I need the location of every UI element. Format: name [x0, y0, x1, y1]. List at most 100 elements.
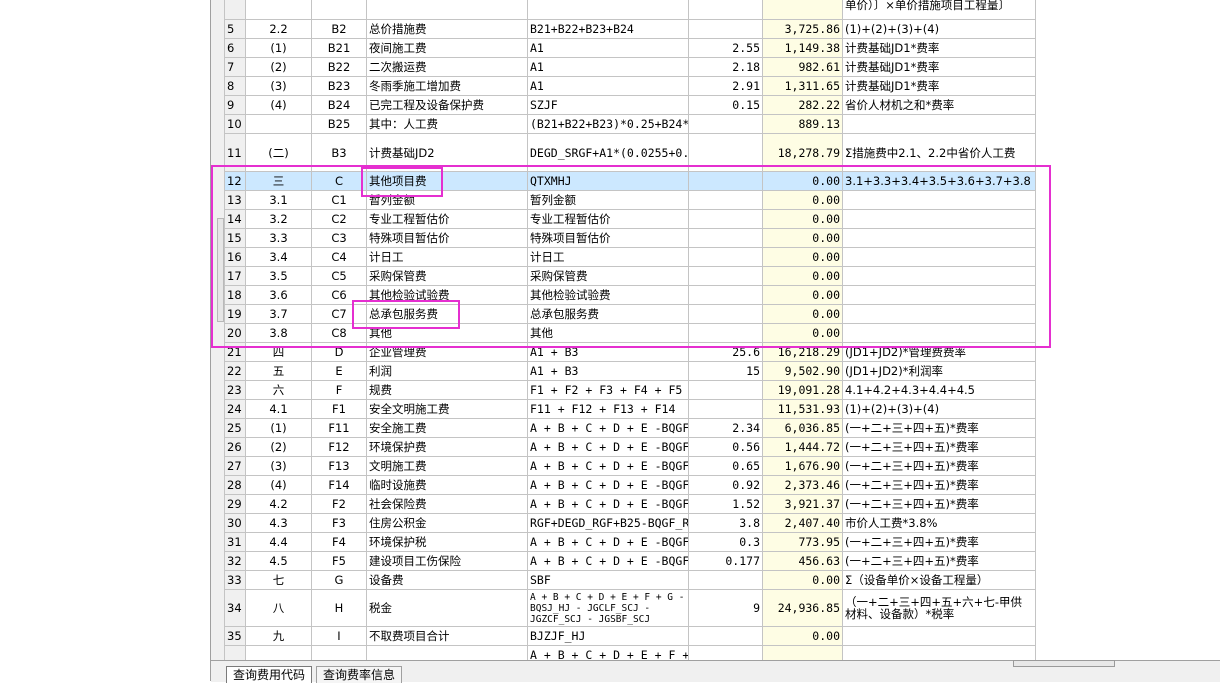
sequence-cell[interactable] [245, 114, 312, 134]
table-row[interactable]: 25(1)F11安全施工费A + B + C + D + E -BQGF_HJ2… [224, 418, 1036, 438]
calc-base-cell[interactable]: QTXMHJ [527, 171, 689, 191]
rate-cell[interactable] [688, 19, 763, 39]
calc-base-cell[interactable]: 其他检验试验费 [527, 285, 689, 305]
fee-code-cell[interactable]: F14 [311, 475, 367, 495]
table-row[interactable]: 27(3)F13文明施工费A + B + C + D + E -BQGF_HJ0… [224, 456, 1036, 476]
rate-cell[interactable]: 0.3 [688, 532, 763, 552]
sequence-cell[interactable]: 三 [245, 171, 312, 191]
row-number-cell[interactable]: 34 [224, 589, 246, 627]
fee-code-cell[interactable]: C7 [311, 304, 367, 324]
table-row[interactable]: 19 3.7 C7 总承包服务费 总承包服务费 0.00 [224, 304, 1036, 324]
calc-base-cell[interactable]: F1 + F2 + F3 + F4 + F5 [527, 380, 689, 400]
rate-cell[interactable] [688, 626, 763, 646]
amount-cell[interactable]: 24,936.85 [762, 589, 843, 627]
description-cell[interactable]: (一+二+三+四+五)*费率 [842, 456, 1036, 476]
description-cell[interactable]: Σ措施费中2.1、2.2中省价人工费 [842, 133, 1036, 172]
description-cell[interactable] [842, 626, 1036, 646]
amount-cell[interactable] [762, 0, 843, 20]
fee-name-cell[interactable] [366, 0, 528, 20]
calc-base-cell[interactable]: BJZJF_HJ [527, 626, 689, 646]
fee-code-cell[interactable]: C [311, 171, 367, 191]
fee-code-cell[interactable]: C8 [311, 323, 367, 343]
description-cell[interactable]: 计费基础JD1*费率 [842, 57, 1036, 77]
rate-cell[interactable]: 0.92 [688, 475, 763, 495]
table-row[interactable]: 22 五 E 利润 A1 + B3 15 9,502.90 (JD1+JD2)*利润率 [224, 361, 1036, 381]
amount-cell[interactable]: 282.22 [762, 95, 843, 115]
rate-cell[interactable]: 2.55 [688, 38, 763, 58]
fee-code-cell[interactable]: F11 [311, 418, 367, 438]
fee-name-cell[interactable]: 计日工 [366, 247, 528, 267]
table-row[interactable]: A + B + C + D + E + F + G [224, 645, 1036, 660]
description-cell[interactable]: (一+二+三+四+五)*费率 [842, 532, 1036, 552]
fee-name-cell[interactable]: 计费基础JD2 [366, 133, 528, 172]
description-cell[interactable] [842, 323, 1036, 343]
description-cell[interactable]: (1)+(2)+(3)+(4) [842, 19, 1036, 39]
sequence-cell[interactable]: (3) [245, 456, 312, 476]
fee-code-cell[interactable]: E [311, 361, 367, 381]
rate-cell[interactable]: 15 [688, 361, 763, 381]
rate-cell[interactable]: 0.65 [688, 456, 763, 476]
description-cell[interactable]: (JD1+JD2)*利润率 [842, 361, 1036, 381]
sequence-cell[interactable]: (1) [245, 418, 312, 438]
calc-base-cell[interactable]: A1 [527, 76, 689, 96]
table-row[interactable]: 35 九 I 不取费项目合计 BJZJF_HJ 0.00 [224, 626, 1036, 646]
row-number-cell[interactable]: 13 [224, 190, 246, 210]
sequence-cell[interactable]: (2) [245, 57, 312, 77]
table-row[interactable]: 324.5F5建设项目工伤保险A + B + C + D + E -BQGF_H… [224, 551, 1036, 571]
calc-base-cell[interactable]: A + B + C + D + E -BQGF_HJ [527, 437, 689, 457]
row-number-cell[interactable]: 22 [224, 361, 246, 381]
sequence-cell[interactable]: 4.3 [245, 513, 312, 533]
rate-cell[interactable]: 9 [688, 589, 763, 627]
row-number-cell[interactable]: 19 [224, 304, 246, 324]
calc-base-cell[interactable]: 采购保管费 [527, 266, 689, 286]
rate-cell[interactable] [688, 570, 763, 590]
fee-code-cell[interactable]: F3 [311, 513, 367, 533]
fee-name-cell[interactable]: 其他项目费 [366, 171, 528, 191]
amount-cell[interactable]: 889.13 [762, 114, 843, 134]
amount-cell[interactable] [762, 645, 843, 660]
description-cell[interactable] [842, 266, 1036, 286]
row-number-cell[interactable]: 12 [224, 171, 246, 191]
calc-base-cell[interactable]: 总承包服务费 [527, 304, 689, 324]
table-row[interactable]: 8 (3) B23 冬雨季施工增加费 A1 2.91 1,311.65 计费基础JD1*费率 [224, 76, 1036, 96]
calc-base-cell[interactable]: 计日工 [527, 247, 689, 267]
description-cell[interactable]: (一+二+三+四+五)*费率 [842, 551, 1036, 571]
description-cell[interactable]: 市价人工费*3.8% [842, 513, 1036, 533]
rate-cell[interactable]: 3.8 [688, 513, 763, 533]
sequence-cell[interactable]: (1) [245, 38, 312, 58]
description-cell[interactable]: 单价）〕×单价措施项目工程量〕 [842, 0, 1036, 20]
rate-cell[interactable]: 2.91 [688, 76, 763, 96]
fee-code-cell[interactable]: F4 [311, 532, 367, 552]
calc-base-cell[interactable]: A1 + B3 [527, 342, 689, 362]
rate-cell[interactable] [688, 285, 763, 305]
calc-base-cell[interactable]: SZJF [527, 95, 689, 115]
description-cell[interactable] [842, 190, 1036, 210]
table-row[interactable]: 34 八 H 税金 A + B + C + D + E + F + G - BQSJ_H… [224, 589, 1036, 627]
fee-name-cell[interactable]: 夜间施工费 [366, 38, 528, 58]
description-cell[interactable] [842, 209, 1036, 229]
fee-name-cell[interactable]: 二次搬运费 [366, 57, 528, 77]
amount-cell[interactable]: 3,725.86 [762, 19, 843, 39]
rate-cell[interactable] [688, 304, 763, 324]
table-row[interactable]: 11(二)B3计费基础JD2DEGD_SRGF+A1*(0.0255+0.021… [224, 133, 1036, 172]
rate-cell[interactable]: 0.177 [688, 551, 763, 571]
fee-name-cell[interactable]: 设备费 [366, 570, 528, 590]
sequence-cell[interactable]: 3.5 [245, 266, 312, 286]
amount-cell[interactable]: 19,091.28 [762, 380, 843, 400]
fee-code-cell[interactable]: F2 [311, 494, 367, 514]
calc-base-cell[interactable]: 特殊项目暂估价 [527, 228, 689, 248]
row-number-cell[interactable]: 6 [224, 38, 246, 58]
rate-cell[interactable]: 25.6 [688, 342, 763, 362]
sequence-cell[interactable] [245, 645, 312, 660]
fee-name-cell[interactable]: 环境保护税 [366, 532, 528, 552]
sequence-cell[interactable]: 4.4 [245, 532, 312, 552]
amount-cell[interactable]: 0.00 [762, 190, 843, 210]
row-number-cell[interactable]: 5 [224, 19, 246, 39]
fee-name-cell[interactable]: 其中：人工费 [366, 114, 528, 134]
description-cell[interactable] [842, 114, 1036, 134]
fee-name-cell[interactable]: 总价措施费 [366, 19, 528, 39]
sequence-cell[interactable]: 八 [245, 589, 312, 627]
table-row[interactable]: 单价）〕×单价措施项目工程量〕 [224, 0, 1036, 20]
table-row[interactable]: 33 七 G 设备费 SBF 0.00 Σ（设备单价×设备工程量） [224, 570, 1036, 590]
row-number-cell[interactable]: 24 [224, 399, 246, 419]
